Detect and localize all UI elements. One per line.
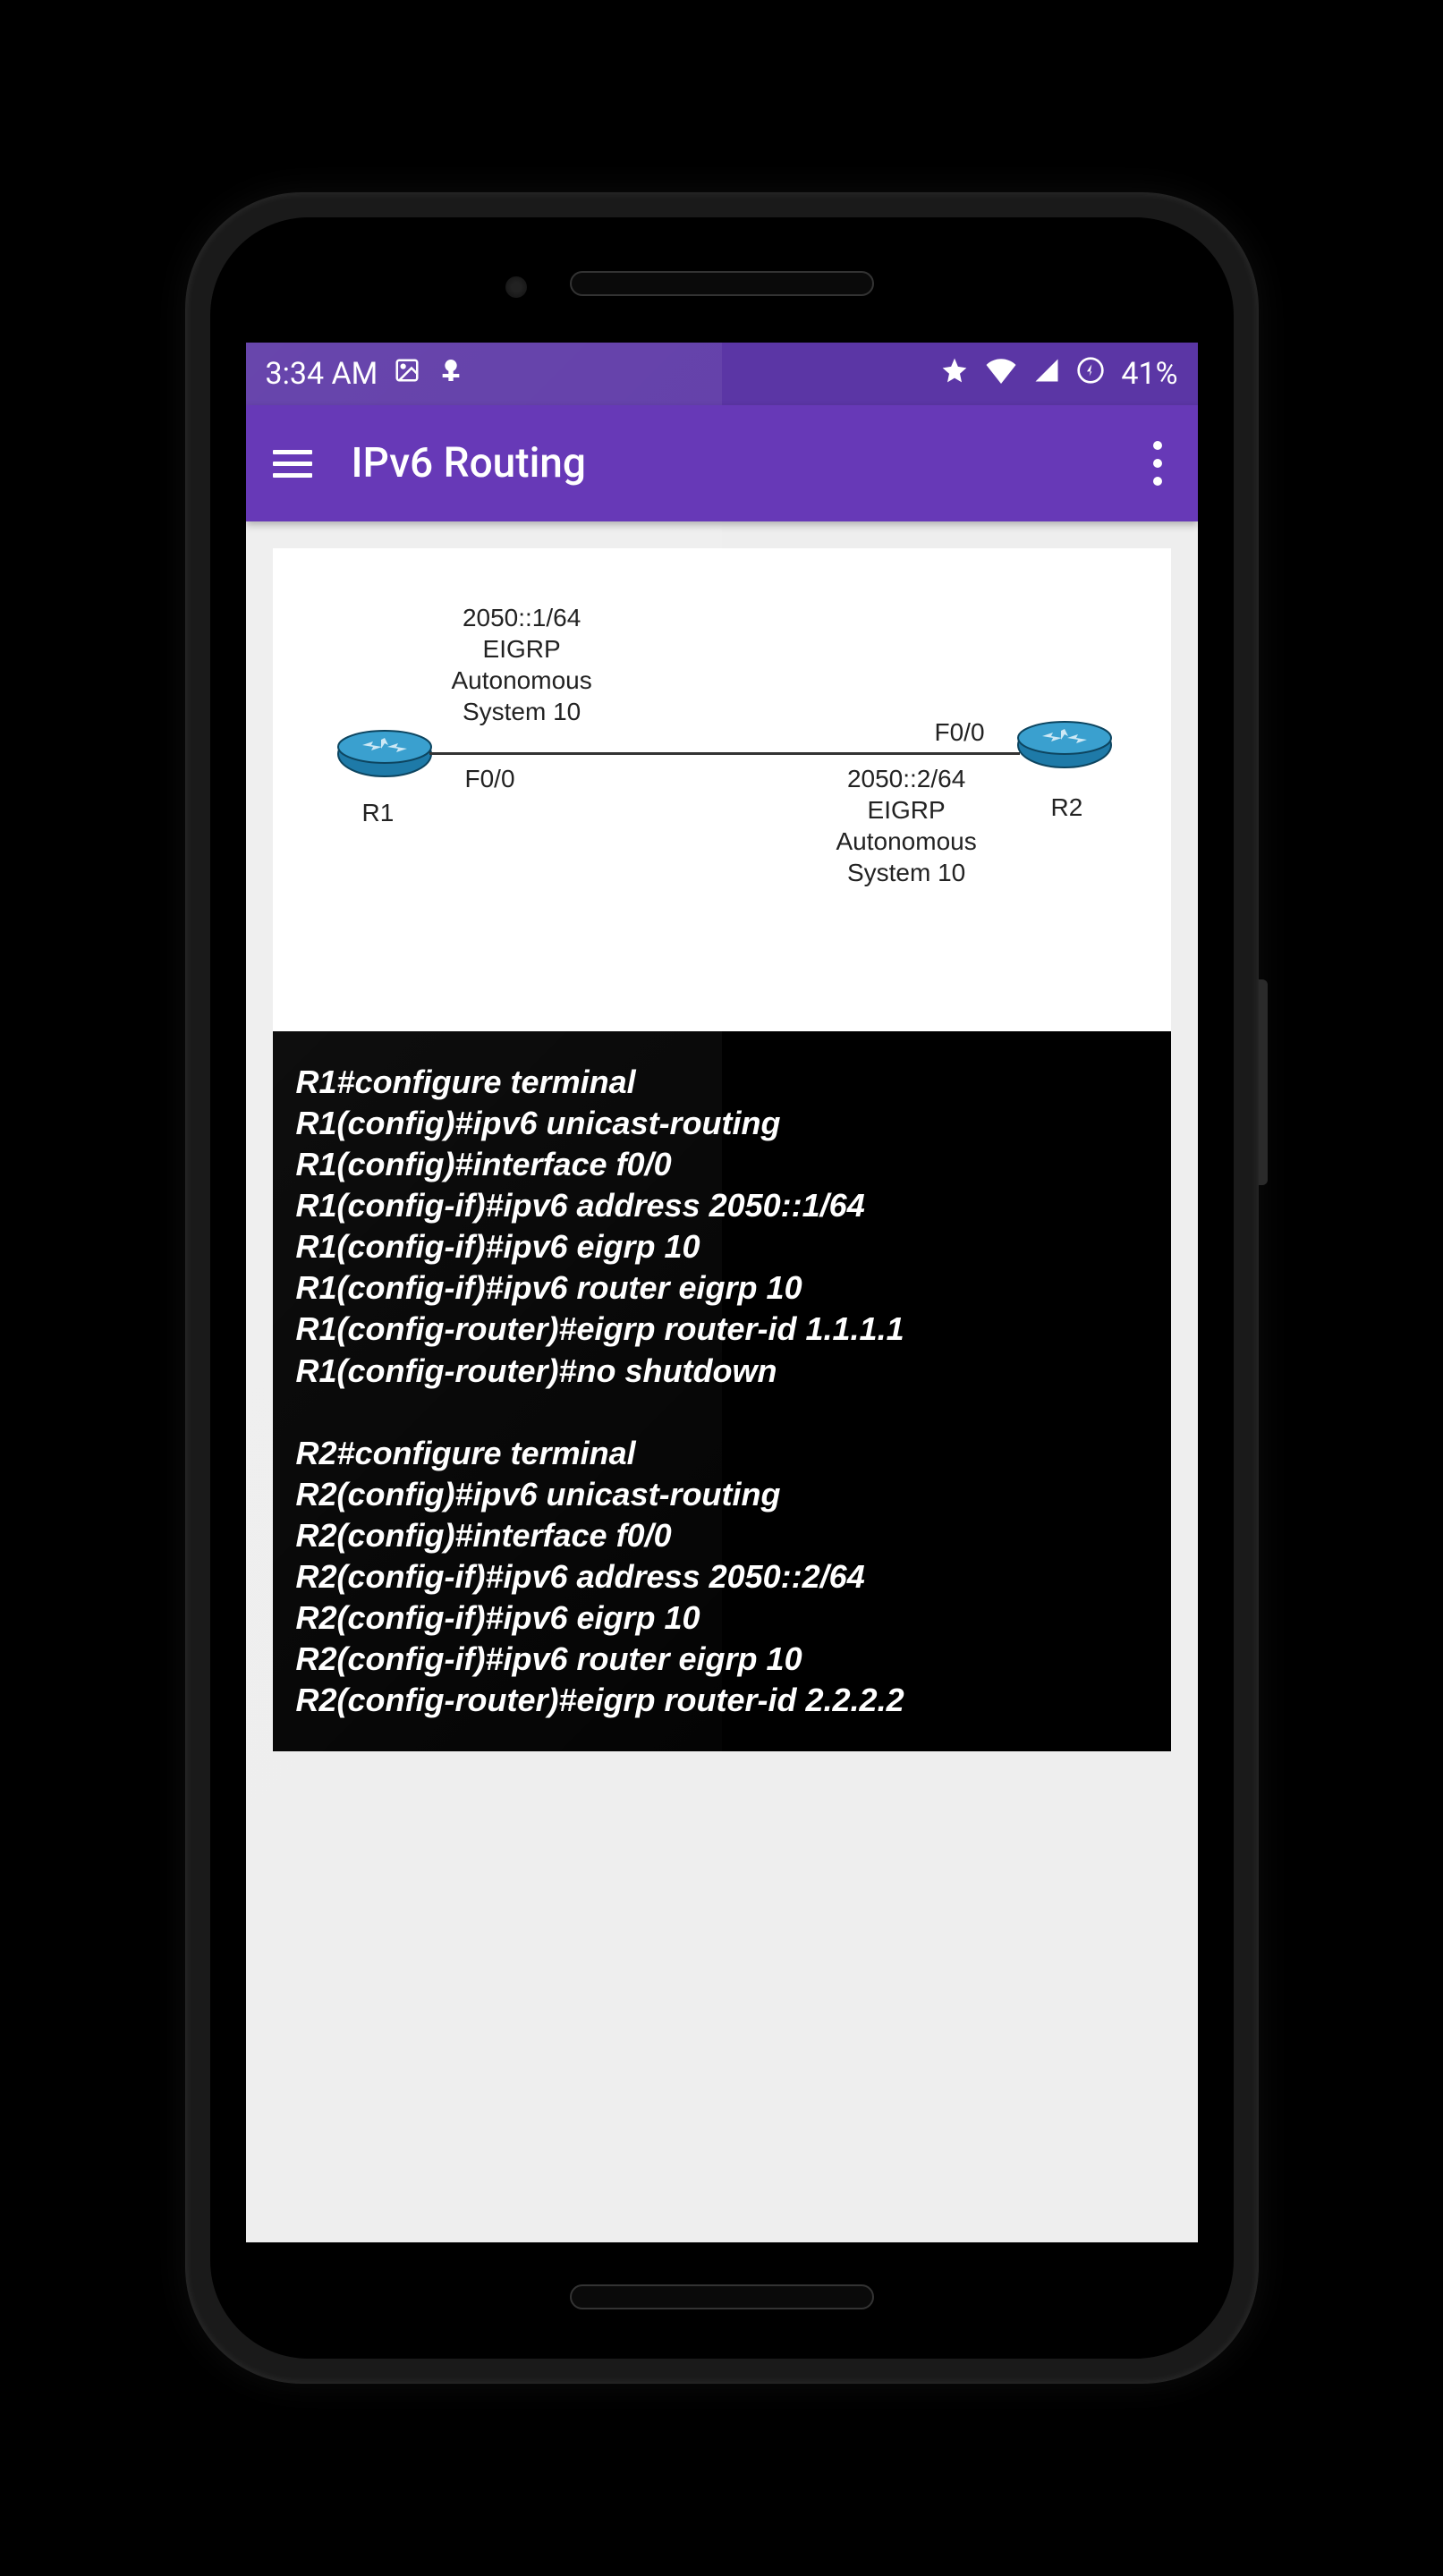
r1-interface-label: F0/0	[465, 763, 515, 794]
network-diagram: R1 R2 F0/0 F0/0 2050::1/64 EIGRP Autonom…	[291, 602, 1153, 960]
star-icon	[940, 356, 969, 393]
r1-config-block: 2050::1/64 EIGRP Autonomous System 10	[452, 602, 592, 727]
router-r1-icon	[335, 727, 434, 781]
phone-hardware-frame: 3:34 AM	[185, 192, 1259, 2384]
battery-charge-icon	[1076, 356, 1105, 393]
status-bar: 3:34 AM	[246, 343, 1198, 405]
status-bar-right: 41%	[940, 356, 1177, 393]
hamburger-menu-icon[interactable]	[273, 443, 312, 485]
terminal-output: R1#configure terminal R1(config)#ipv6 un…	[273, 1031, 1171, 1751]
page-content[interactable]: R1 R2 F0/0 F0/0 2050::1/64 EIGRP Autonom…	[246, 521, 1198, 2242]
wifi-icon	[985, 356, 1017, 392]
battery-percent: 41%	[1121, 356, 1177, 392]
chin-speaker	[570, 2284, 874, 2309]
front-camera	[505, 276, 527, 298]
app-title: IPv6 Routing	[352, 439, 1105, 487]
router-r1-label: R1	[362, 797, 395, 828]
network-diagram-card: R1 R2 F0/0 F0/0 2050::1/64 EIGRP Autonom…	[273, 548, 1171, 1031]
image-notification-icon	[394, 356, 420, 392]
status-time: 3:34 AM	[266, 356, 378, 392]
link-line	[429, 752, 1020, 755]
phone-bezel: 3:34 AM	[210, 217, 1234, 2359]
device-screen: 3:34 AM	[246, 343, 1198, 2242]
earpiece-speaker	[570, 271, 874, 296]
overflow-menu-icon[interactable]	[1144, 432, 1171, 495]
status-bar-left: 3:34 AM	[266, 356, 466, 393]
router-r2-icon	[1015, 718, 1114, 772]
r2-config-block: 2050::2/64 EIGRP Autonomous System 10	[836, 763, 977, 888]
power-button	[1259, 979, 1268, 1185]
cell-signal-icon	[1033, 356, 1060, 392]
app-bar: IPv6 Routing	[246, 405, 1198, 521]
router-r2-label: R2	[1051, 792, 1083, 823]
r2-interface-label: F0/0	[935, 716, 985, 748]
android-debug-icon	[437, 356, 465, 393]
